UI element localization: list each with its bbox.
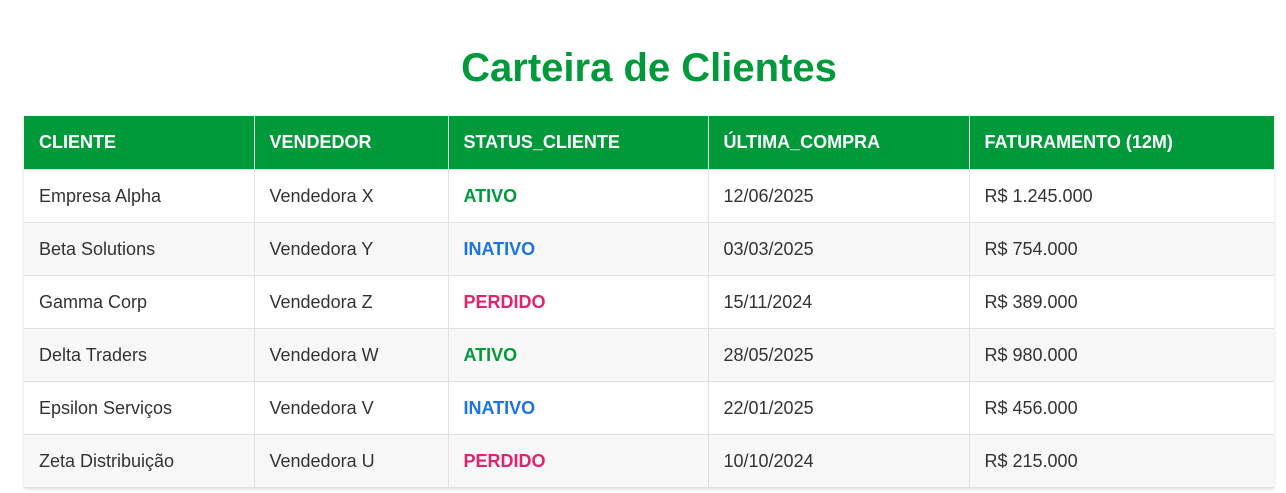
column-header-faturamento: FATURAMENTO (12M) [969, 116, 1274, 170]
cell-status: INATIVO [448, 222, 709, 276]
clients-table: CLIENTE VENDEDOR STATUS_CLIENTE ÚLTIMA_C… [24, 116, 1274, 488]
cell-ultima-compra: 12/06/2025 [708, 169, 970, 223]
cell-ultima-compra: 28/05/2025 [708, 328, 970, 382]
cell-cliente: Delta Traders [24, 328, 255, 382]
column-header-cliente: CLIENTE [24, 116, 255, 170]
cell-ultima-compra: 15/11/2024 [708, 275, 970, 329]
cell-status: ATIVO [448, 328, 709, 382]
column-header-status: STATUS_CLIENTE [448, 116, 709, 170]
cell-status: ATIVO [448, 169, 709, 223]
table-row: Empresa Alpha Vendedora X ATIVO 12/06/20… [24, 169, 1274, 223]
cell-ultima-compra: 10/10/2024 [708, 434, 970, 488]
column-header-vendedor: VENDEDOR [254, 116, 449, 170]
cell-cliente: Epsilon Serviços [24, 381, 255, 435]
cell-vendedor: Vendedora W [254, 328, 449, 382]
cell-cliente: Zeta Distribuição [24, 434, 255, 488]
cell-faturamento: R$ 389.000 [969, 275, 1274, 329]
column-header-ultima-compra: ÚLTIMA_COMPRA [708, 116, 970, 170]
cell-faturamento: R$ 754.000 [969, 222, 1274, 276]
cell-cliente: Beta Solutions [24, 222, 255, 276]
cell-status: INATIVO [448, 381, 709, 435]
table-row: Delta Traders Vendedora W ATIVO 28/05/20… [24, 328, 1274, 382]
table-header-row: CLIENTE VENDEDOR STATUS_CLIENTE ÚLTIMA_C… [24, 116, 1274, 170]
table-row: Zeta Distribuição Vendedora U PERDIDO 10… [24, 434, 1274, 488]
cell-cliente: Empresa Alpha [24, 169, 255, 223]
cell-faturamento: R$ 980.000 [969, 328, 1274, 382]
cell-ultima-compra: 22/01/2025 [708, 381, 970, 435]
cell-status: PERDIDO [448, 275, 709, 329]
cell-vendedor: Vendedora X [254, 169, 449, 223]
cell-faturamento: R$ 456.000 [969, 381, 1274, 435]
cell-vendedor: Vendedora U [254, 434, 449, 488]
page-title: Carteira de Clientes [461, 46, 837, 90]
cell-faturamento: R$ 1.245.000 [969, 169, 1274, 223]
table-row: Beta Solutions Vendedora Y INATIVO 03/03… [24, 222, 1274, 276]
table-row: Epsilon Serviços Vendedora V INATIVO 22/… [24, 381, 1274, 435]
cell-vendedor: Vendedora Z [254, 275, 449, 329]
cell-vendedor: Vendedora Y [254, 222, 449, 276]
cell-faturamento: R$ 215.000 [969, 434, 1274, 488]
cell-vendedor: Vendedora V [254, 381, 449, 435]
cell-ultima-compra: 03/03/2025 [708, 222, 970, 276]
table-row: Gamma Corp Vendedora Z PERDIDO 15/11/202… [24, 275, 1274, 329]
cell-cliente: Gamma Corp [24, 275, 255, 329]
page: Carteira de Clientes CLIENTE VENDEDOR ST… [0, 0, 1286, 493]
cell-status: PERDIDO [448, 434, 709, 488]
